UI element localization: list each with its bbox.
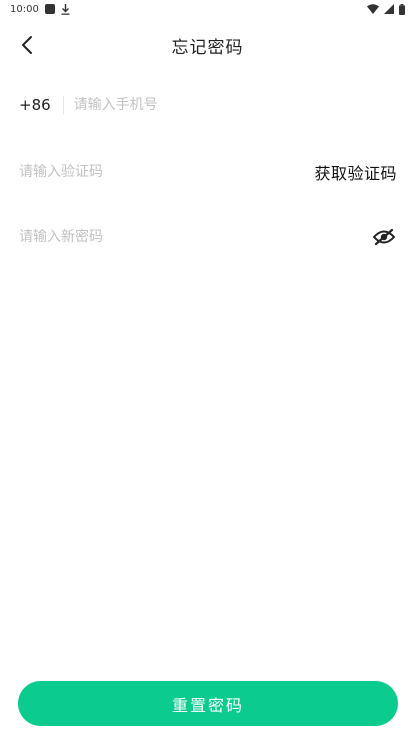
eye-off-icon [372, 228, 396, 246]
header: 忘记密码 [0, 26, 415, 64]
country-code-divider [62, 96, 64, 114]
forgot-password-screen: 10:00 忘记密码 +86 请输入手机号 请输入验证码 获取验证码 重置密码 [0, 0, 415, 737]
back-button[interactable] [12, 30, 42, 60]
reset-password-button[interactable]: 重置密码 [18, 681, 398, 726]
password-visibility-toggle[interactable] [371, 227, 397, 247]
chevron-left-icon [22, 36, 32, 54]
phone-input[interactable] [73, 93, 397, 117]
phone-row: +86 [19, 92, 397, 118]
country-code[interactable]: +86 [19, 96, 51, 114]
status-time: 10:00 [10, 3, 39, 15]
signal-icon [384, 4, 394, 14]
code-row: 获取验证码 [19, 158, 397, 186]
get-code-button[interactable]: 获取验证码 [314, 160, 397, 184]
page-title: 忘记密码 [171, 37, 244, 58]
notification-square-icon [44, 4, 55, 14]
password-row [19, 223, 397, 251]
battery-icon [399, 3, 405, 15]
download-icon [61, 3, 71, 15]
status-right [367, 3, 405, 15]
status-bar: 10:00 [0, 0, 415, 18]
status-left: 10:00 [10, 3, 71, 15]
wifi-icon [367, 4, 379, 14]
verification-code-input[interactable] [19, 160, 315, 184]
new-password-input[interactable] [19, 225, 371, 249]
